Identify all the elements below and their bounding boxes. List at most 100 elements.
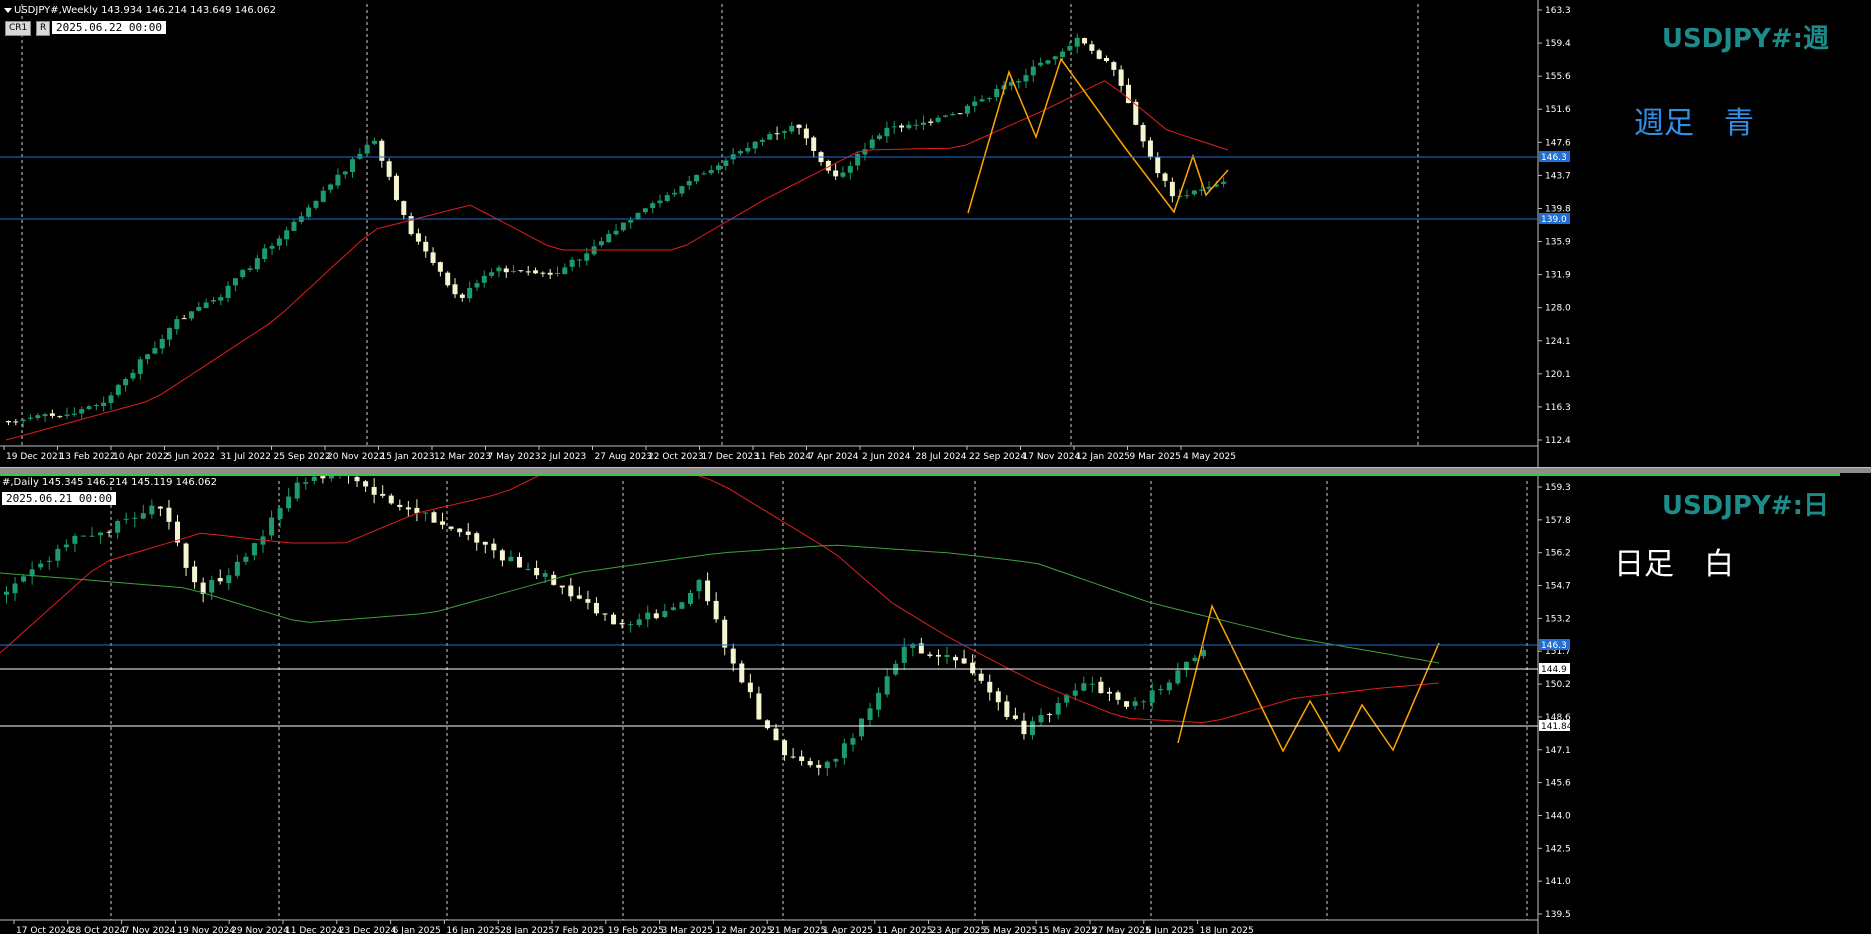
candle-body	[86, 406, 92, 409]
candle-body	[869, 139, 875, 149]
candle-body	[251, 543, 257, 556]
candle-body	[942, 115, 948, 117]
candle-body	[1012, 715, 1018, 719]
candle-body	[342, 171, 348, 175]
candle-body	[27, 417, 33, 419]
candle-body	[679, 186, 685, 194]
candle-body	[1132, 701, 1138, 706]
r-button[interactable]: R	[36, 21, 51, 36]
daily-chart-pane[interactable]: 159.3 157.8 156.2 154.7 153.2 151.7 150.2 148.6…	[0, 473, 1871, 934]
candle-body	[380, 493, 386, 496]
date-tick-label: 19 Feb 2025	[608, 926, 664, 934]
date-tick-label: 6 Jan 2025	[393, 926, 441, 934]
candle-body	[653, 613, 659, 619]
weekly-chart-canvas[interactable]: 163.3 159.4 155.6 151.6 147.6 143.7 139.8 135.9…	[0, 0, 1871, 467]
candle-body	[1124, 701, 1130, 707]
candle-body	[1191, 190, 1197, 195]
candle-body	[166, 507, 172, 522]
candle-body	[752, 141, 758, 149]
chart-menu-triangle-icon[interactable]	[4, 8, 12, 13]
candle-body	[664, 195, 670, 202]
candle-body	[496, 267, 502, 272]
candle-body	[1199, 189, 1205, 191]
price-tick-label: 143.7	[1545, 171, 1571, 181]
weekly-chart-pane[interactable]: 163.3 159.4 155.6 151.6 147.6 143.7 139.8 135.9…	[0, 0, 1871, 468]
candle-body	[995, 691, 1001, 703]
candle-body	[123, 378, 129, 386]
candle-body	[1060, 51, 1066, 57]
candle-body	[108, 395, 114, 403]
daily-date-box: 2025.06.21 00:00	[2, 492, 116, 505]
candle-body	[662, 611, 668, 618]
date-tick-label: 7 Nov 2024	[124, 926, 176, 934]
candle-body	[935, 117, 941, 122]
price-line-label: 144.9	[1541, 665, 1567, 675]
candle-body	[137, 359, 143, 374]
candle-body	[499, 550, 505, 561]
candle-body	[209, 579, 215, 593]
candle-body	[1141, 701, 1147, 703]
candle-body	[525, 568, 531, 570]
price-tick-label: 153.2	[1545, 614, 1571, 624]
candle-body	[474, 283, 480, 288]
candle-body	[979, 99, 985, 102]
candle-body	[291, 221, 297, 231]
candle-body	[448, 526, 454, 529]
candle-body	[716, 165, 722, 170]
candle-body	[790, 756, 796, 758]
candle-body	[269, 245, 275, 249]
date-tick-label: 22 Oct 2023	[648, 452, 704, 462]
date-tick-label: 12 Mar 2025	[715, 926, 772, 934]
candle-body	[431, 512, 437, 523]
daily-pane-active-bar	[0, 473, 1840, 476]
candle-body	[602, 613, 608, 615]
candle-body	[57, 416, 63, 418]
candle-body	[569, 259, 575, 267]
candle-body	[511, 270, 517, 272]
candle-body	[807, 761, 813, 766]
candle-body	[705, 580, 711, 602]
candle-body	[1118, 69, 1124, 86]
daily-ohlc-info: #,Daily 145.345 146.214 145.119 146.062	[2, 477, 217, 488]
daily-chart-canvas[interactable]: 159.3157.8156.2154.7153.2151.7150.2148.6…	[0, 473, 1871, 934]
candle-body	[130, 372, 136, 379]
candle-body	[284, 230, 290, 240]
candle-body	[313, 200, 319, 208]
candle-body	[1104, 57, 1109, 62]
candle-body	[547, 272, 553, 275]
candle-body	[525, 271, 531, 273]
date-tick-label: 7 Apr 2024	[809, 452, 859, 462]
candle-body	[970, 662, 976, 674]
candle-body	[1201, 650, 1206, 657]
candle-body	[789, 125, 795, 132]
candle-body	[833, 759, 839, 762]
candle-body	[657, 200, 663, 204]
candle-body	[1021, 720, 1027, 735]
date-tick-label: 23 Apr 2025	[931, 926, 987, 934]
candle-body	[123, 518, 129, 520]
candle-body	[1147, 140, 1153, 157]
candle-body	[55, 548, 61, 561]
candle-body	[101, 402, 107, 407]
candle-body	[773, 728, 779, 741]
candle-body	[1140, 125, 1146, 142]
date-tick-label: 3 Mar 2025	[662, 926, 713, 934]
candle-body	[328, 184, 334, 190]
candle-body	[1045, 60, 1051, 64]
candle-body	[739, 663, 745, 683]
candle-body	[397, 504, 403, 507]
price-tick-label: 124.1	[1545, 337, 1571, 347]
candle-body	[688, 592, 693, 604]
candle-body	[1184, 195, 1190, 197]
candle-body	[181, 318, 187, 320]
candle-body	[935, 654, 941, 657]
cr1-button[interactable]: CR1	[5, 21, 32, 36]
date-tick-label: 7 May 2023	[488, 452, 541, 462]
daily-symbol-title: USDJPY#:日	[1661, 491, 1829, 521]
candles-group	[6, 33, 1227, 428]
price-tick-label: 128.0	[1545, 304, 1571, 314]
candle-body	[225, 285, 231, 299]
date-tick-label: 2 Jul 2023	[541, 452, 586, 462]
date-tick-label: 17 Dec 2023	[702, 452, 760, 462]
candle-body	[35, 415, 41, 419]
